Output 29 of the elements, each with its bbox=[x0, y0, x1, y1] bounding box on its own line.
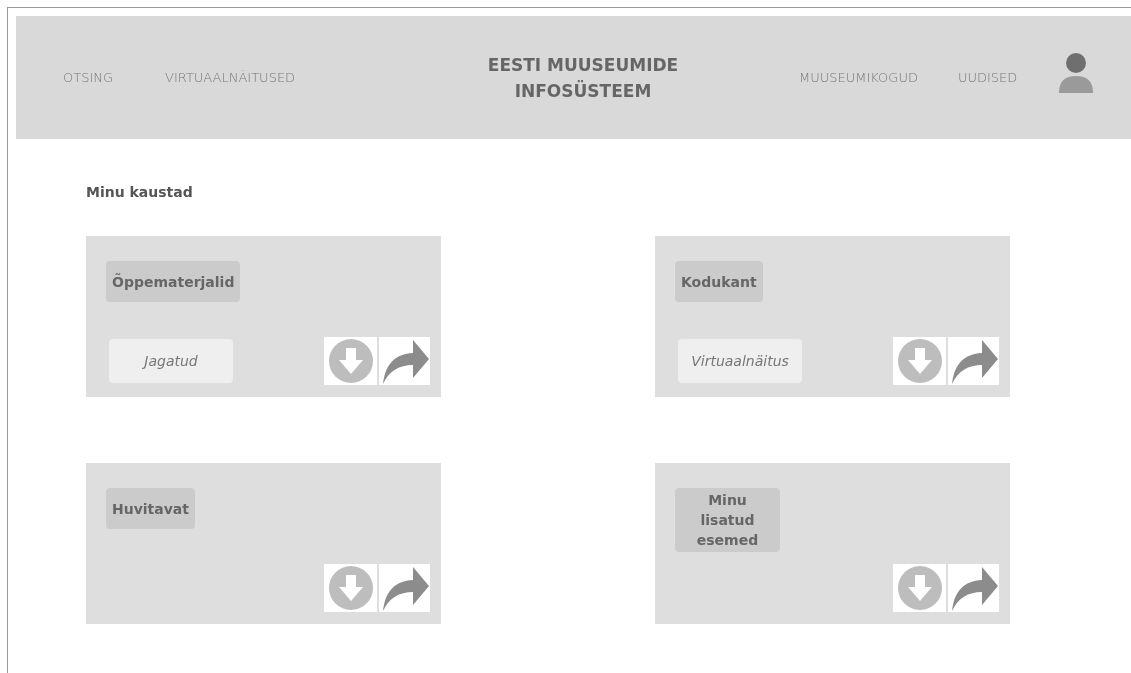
folder-tag: Virtuaalnäitus bbox=[678, 339, 802, 383]
download-button[interactable] bbox=[324, 564, 377, 612]
nav-link[interactable]: MUUSEUMIKOGUD bbox=[799, 67, 918, 88]
download-icon bbox=[327, 565, 374, 611]
section-title: Minu kaustad bbox=[86, 183, 194, 202]
download-button[interactable] bbox=[893, 337, 946, 385]
nav-link[interactable]: OTSING bbox=[63, 67, 114, 88]
folder-title[interactable]: Minu lisatud esemed bbox=[675, 488, 780, 552]
download-icon bbox=[327, 338, 374, 384]
folder-title[interactable]: Huvitavat bbox=[106, 488, 195, 529]
folder-tag: Jagatud bbox=[109, 339, 233, 383]
folder-title[interactable]: Õppematerjalid bbox=[106, 261, 241, 302]
site-title: EESTI MUUSEUMIDE INFOSÜSTEEM bbox=[486, 53, 680, 103]
share-arrow-icon bbox=[380, 338, 429, 384]
share-arrow-icon bbox=[949, 565, 998, 611]
nav-link[interactable]: UUDISED bbox=[957, 67, 1018, 88]
share-arrow-icon bbox=[949, 338, 998, 384]
download-button[interactable] bbox=[893, 564, 946, 612]
folder-title[interactable]: Kodukant bbox=[675, 261, 763, 302]
share-button[interactable] bbox=[948, 564, 999, 612]
download-icon bbox=[896, 565, 943, 611]
download-icon bbox=[896, 338, 943, 384]
download-button[interactable] bbox=[324, 337, 377, 385]
user-avatar-icon[interactable] bbox=[1059, 52, 1094, 93]
share-button[interactable] bbox=[379, 564, 430, 612]
share-arrow-icon bbox=[380, 565, 429, 611]
share-button[interactable] bbox=[948, 337, 999, 385]
share-button[interactable] bbox=[379, 337, 430, 385]
nav-link[interactable]: VIRTUAALNÄITUSED bbox=[165, 67, 296, 88]
